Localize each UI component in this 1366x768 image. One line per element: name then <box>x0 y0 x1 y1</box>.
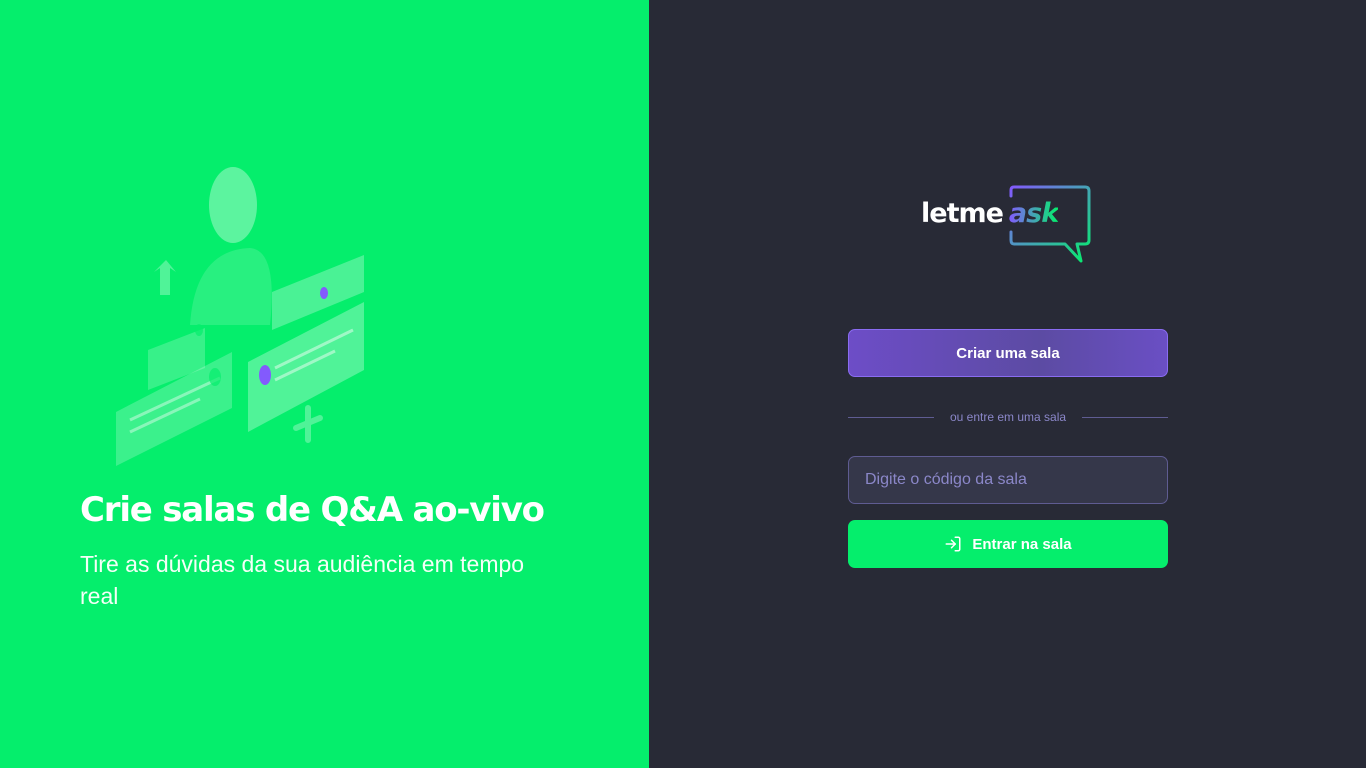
illustration-icon <box>116 167 364 466</box>
hero-subtitle: Tire as dúvidas da sua audiência em temp… <box>80 551 525 609</box>
main-panel: letme ask Criar uma sala ou entre em uma … <box>649 0 1366 768</box>
separator-label: ou entre em uma sala <box>949 410 1067 424</box>
logo: letme ask <box>921 184 1096 268</box>
hero-title: Crie salas de Q&A ao-vivo <box>80 490 545 530</box>
create-room-label: Criar uma sala <box>956 344 1060 362</box>
enter-room-button[interactable]: Entrar na sala <box>848 520 1168 568</box>
logo-wordmark: letme ask <box>921 198 1059 229</box>
separator-line-right <box>1082 416 1168 418</box>
logo-text-letme: letme <box>921 198 1004 229</box>
separator: ou entre em uma sala <box>848 408 1168 426</box>
separator-line-left <box>848 416 934 418</box>
logo-text-ask: ask <box>1008 198 1059 229</box>
room-code-input[interactable] <box>848 456 1168 504</box>
log-in-icon <box>945 536 961 552</box>
left-panel: Crie salas de Q&A ao-vivo Tire as dúvida… <box>0 0 649 768</box>
enter-room-label: Entrar na sala <box>972 535 1072 553</box>
create-room-button[interactable]: Criar uma sala <box>848 329 1168 377</box>
